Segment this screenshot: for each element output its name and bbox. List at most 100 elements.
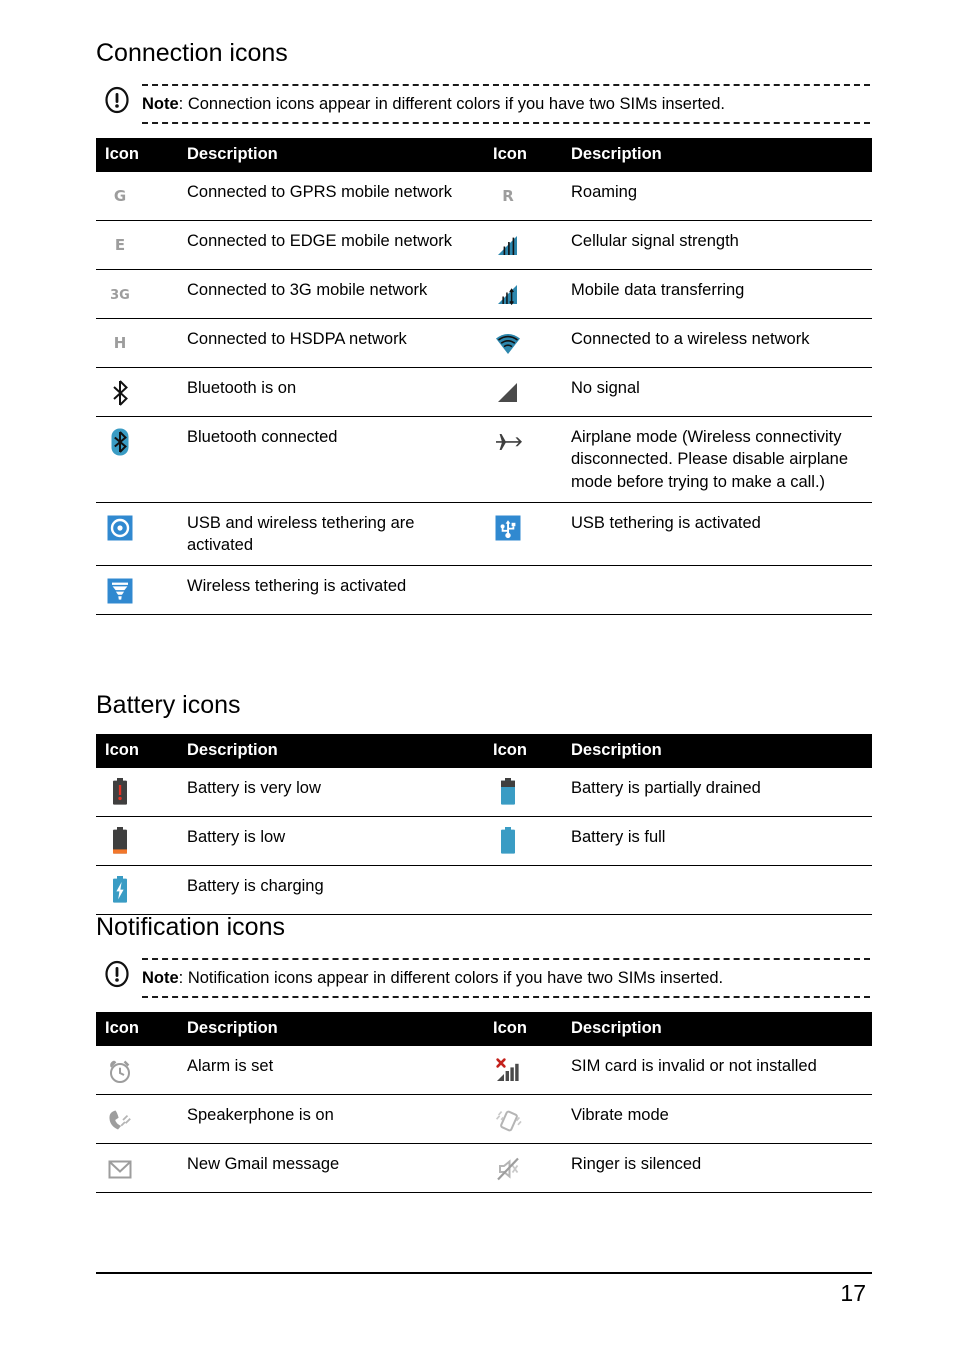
3g-glyph: 3G <box>110 288 130 304</box>
bluetooth-on-icon <box>102 377 138 407</box>
battery-icons-table: Icon Description Icon Description Batter… <box>96 734 872 915</box>
column-header-desc-right: Description <box>564 734 872 768</box>
usb-wireless-tethering-icon <box>102 512 138 542</box>
row-desc-cell: Battery is charging <box>180 865 484 915</box>
empty-icon-cell <box>490 875 526 905</box>
row-icon-cell <box>484 367 564 418</box>
row-desc-cell <box>564 565 872 616</box>
table-row: Bluetooth connected Airplane mode (Wirel… <box>96 416 872 503</box>
row-icon-cell: 3G <box>96 269 180 320</box>
row-desc-cell: Connected to HSDPA network <box>180 318 484 369</box>
row-icon-cell <box>96 767 180 817</box>
bluetooth-connected-icon <box>102 426 138 456</box>
row-desc-cell: Battery is very low <box>180 767 484 817</box>
row-desc-cell: Connected to a wireless network <box>564 318 872 369</box>
row-desc-cell: New Gmail message <box>180 1143 484 1194</box>
3g-icon: 3G <box>102 279 138 309</box>
gprs-g-icon: G <box>102 181 138 211</box>
gprs-g-glyph: G <box>113 187 127 206</box>
row-icon-cell <box>96 1046 180 1096</box>
note-connection: Note: Connection icons appear in differe… <box>96 84 872 125</box>
row-icon-cell <box>96 816 180 866</box>
note-exclamation-icon <box>104 960 130 988</box>
section-battery: Battery icons Icon Description Icon Desc… <box>96 690 872 915</box>
battery-full-icon <box>490 826 526 856</box>
column-header-desc-left: Description <box>180 138 484 173</box>
row-icon-cell <box>484 565 564 616</box>
row-desc-cell: Cellular signal strength <box>564 220 872 271</box>
row-icon-cell <box>484 220 564 271</box>
row-icon-cell <box>484 865 564 915</box>
table-row: Battery is very low Battery is partially… <box>96 767 872 817</box>
roaming-r-icon: R <box>490 181 526 211</box>
row-desc-cell: Speakerphone is on <box>180 1094 484 1145</box>
table-row: G Connected to GPRS mobile network R Roa… <box>96 172 872 222</box>
page-title-notification: Notification icons <box>96 913 285 941</box>
row-desc-cell: Bluetooth is on <box>180 367 484 418</box>
battery-low-icon <box>102 826 138 856</box>
table-row: Battery is charging <box>96 865 872 915</box>
row-desc-cell: No signal <box>564 367 872 418</box>
column-header-icon-left: Icon <box>96 138 180 173</box>
row-icon-cell <box>96 502 180 567</box>
row-desc-cell: Vibrate mode <box>564 1094 872 1145</box>
note-exclamation-icon <box>104 86 130 114</box>
page-title-battery: Battery icons <box>96 691 241 719</box>
table-row: H Connected to HSDPA network Connected t… <box>96 318 872 369</box>
row-desc-cell: Battery is full <box>564 816 872 866</box>
row-desc-cell: Connected to 3G mobile network <box>180 269 484 320</box>
column-header-desc-left: Description <box>180 734 484 768</box>
note-separator: : <box>178 969 188 987</box>
column-header-icon-left: Icon <box>96 734 180 768</box>
wireless-tethering-icon <box>102 575 138 605</box>
table-row: Battery is low Battery is full <box>96 816 872 866</box>
row-icon-cell: R <box>484 172 564 222</box>
edge-e-glyph: E <box>114 236 126 255</box>
row-icon-cell <box>484 767 564 817</box>
row-icon-cell: E <box>96 220 180 271</box>
table-row: 3G Connected to 3G mobile network Mobile… <box>96 269 872 320</box>
column-header-icon-right: Icon <box>484 734 564 768</box>
wifi-icon <box>490 328 526 358</box>
roaming-r-glyph: R <box>502 187 514 206</box>
table-row: Wireless tethering is activated <box>96 565 872 616</box>
row-desc-cell: Connected to GPRS mobile network <box>180 172 484 222</box>
document-page: Connection icons Note: Connection icons … <box>96 0 872 1352</box>
row-desc-cell: Connected to EDGE mobile network <box>180 220 484 271</box>
mobile-data-transfer-icon <box>490 279 526 309</box>
row-icon-cell: H <box>96 318 180 369</box>
section-notification: Notification icons Note: Notification ic… <box>96 912 872 1194</box>
column-header-icon-right: Icon <box>484 138 564 173</box>
note-label: Note <box>142 95 179 113</box>
table-row: New Gmail message Ringer is silenced <box>96 1143 872 1194</box>
column-header-icon-left: Icon <box>96 1012 180 1047</box>
row-desc-cell: Airplane mode (Wireless connectivity dis… <box>564 416 872 503</box>
table-row: Bluetooth is on No signal <box>96 367 872 418</box>
row-desc-cell: Mobile data transferring <box>564 269 872 320</box>
note-text-notification: Note: Notification icons appear in diffe… <box>142 960 872 996</box>
row-desc-cell: Battery is partially drained <box>564 767 872 817</box>
table-row: Alarm is set SIM card is invalid or not … <box>96 1046 872 1096</box>
note-divider-bottom <box>142 996 870 999</box>
sim-invalid-icon <box>490 1055 526 1085</box>
battery-partially-drained-icon <box>490 777 526 807</box>
table-row: Speakerphone is on Vibrate mode <box>96 1094 872 1145</box>
note-text-connection: Note: Connection icons appear in differe… <box>142 86 872 122</box>
battery-charging-icon <box>102 875 138 905</box>
usb-tethering-icon <box>490 512 526 542</box>
row-icon-cell <box>96 865 180 915</box>
column-header-desc-right: Description <box>564 138 872 173</box>
table-header-row: Icon Description Icon Description <box>96 734 872 768</box>
cellular-signal-icon <box>490 230 526 260</box>
note-notification: Note: Notification icons appear in diffe… <box>96 958 872 999</box>
airplane-mode-icon <box>490 426 526 456</box>
row-icon-cell <box>484 502 564 567</box>
row-desc-cell: Ringer is silenced <box>564 1143 872 1194</box>
row-desc-cell: Alarm is set <box>180 1046 484 1096</box>
row-icon-cell <box>484 1143 564 1194</box>
row-icon-cell <box>96 565 180 616</box>
column-header-desc-left: Description <box>180 1012 484 1047</box>
battery-very-low-icon <box>102 777 138 807</box>
row-desc-cell: Bluetooth connected <box>180 416 484 503</box>
row-icon-cell <box>96 416 180 503</box>
